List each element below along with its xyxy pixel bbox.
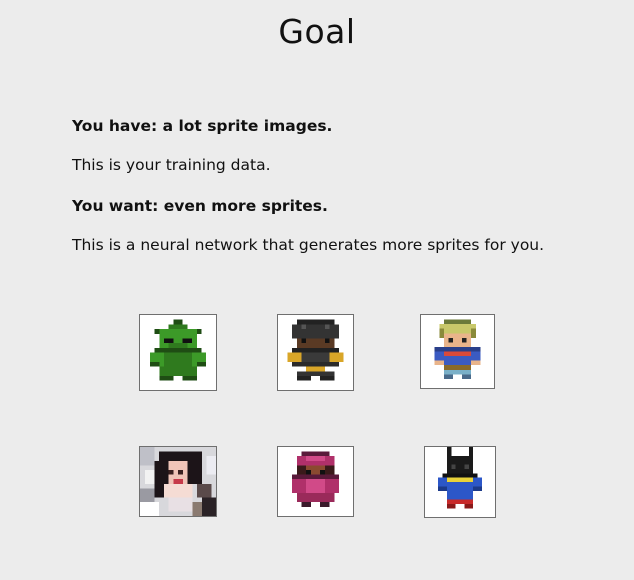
slide: Goal You have: a lot sprite images. This… (0, 0, 634, 580)
want-statement: You want: even more sprites. (72, 197, 328, 215)
sprite-green-goblin (139, 314, 217, 391)
blonde-hero-image (421, 315, 494, 388)
sprite-dark-hero (424, 446, 496, 518)
network-description: This is a neural network that generates … (72, 236, 545, 254)
sprite-dark-knight (277, 314, 354, 391)
sprite-blonde-hero (420, 314, 495, 389)
dark-hero-image (425, 447, 495, 517)
sprite-noisy-portrait (139, 446, 217, 517)
magenta-mage-image (278, 447, 353, 516)
have-statement: You have: a lot sprite images. (72, 117, 333, 135)
sprite-magenta-mage (277, 446, 354, 517)
dark-knight-image (278, 315, 353, 390)
noisy-portrait-image (140, 447, 216, 516)
slide-title: Goal (278, 12, 356, 51)
training-data-note: This is your training data. (72, 156, 271, 174)
green-goblin-image (140, 315, 216, 390)
